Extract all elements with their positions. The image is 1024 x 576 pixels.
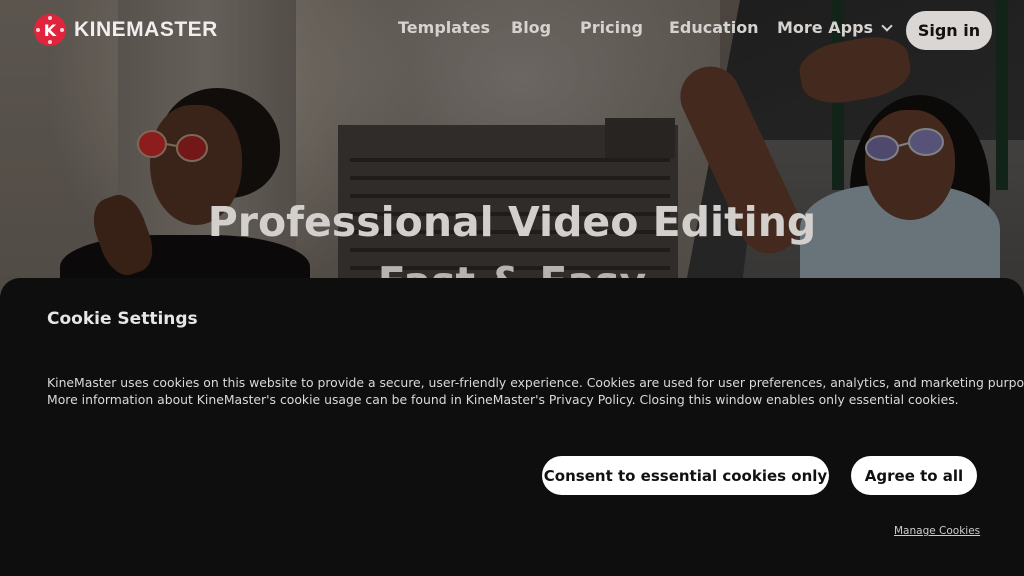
page: K KINEMASTER Templates Blog Pricing Educ… bbox=[0, 0, 1024, 576]
logo-letter: K bbox=[43, 20, 57, 40]
agree-all-button[interactable]: Agree to all bbox=[851, 456, 977, 495]
nav-link-templates[interactable]: Templates bbox=[398, 18, 490, 37]
hero-headline: Professional Video Editing bbox=[207, 198, 817, 246]
manage-cookies-link[interactable]: Manage Cookies bbox=[894, 525, 980, 537]
sign-in-button[interactable]: Sign in bbox=[906, 11, 992, 50]
cookie-description-line: KineMaster uses cookies on this website … bbox=[47, 375, 1024, 390]
nav-link-education[interactable]: Education bbox=[669, 18, 759, 37]
logo-wordmark: KINEMASTER bbox=[74, 18, 218, 41]
nav-link-blog[interactable]: Blog bbox=[511, 18, 551, 37]
kinemaster-logo-icon: K bbox=[34, 14, 66, 46]
cookie-settings-panel: Cookie Settings KineMaster uses cookies … bbox=[0, 278, 1024, 576]
cookie-description: KineMaster uses cookies on this website … bbox=[47, 374, 1024, 408]
nav-link-more-apps-label: More Apps bbox=[777, 18, 874, 37]
consent-essential-button[interactable]: Consent to essential cookies only bbox=[542, 456, 829, 495]
kinemaster-logo[interactable]: K KINEMASTER bbox=[34, 14, 218, 46]
nav-link-more-apps[interactable]: More Apps bbox=[777, 18, 893, 37]
nav-link-pricing[interactable]: Pricing bbox=[580, 18, 643, 37]
cookie-settings-title: Cookie Settings bbox=[47, 309, 198, 329]
top-nav: K KINEMASTER Templates Blog Pricing Educ… bbox=[0, 0, 1024, 60]
cookie-description-line: More information about KineMaster's cook… bbox=[47, 392, 959, 407]
chevron-down-icon bbox=[881, 20, 893, 32]
